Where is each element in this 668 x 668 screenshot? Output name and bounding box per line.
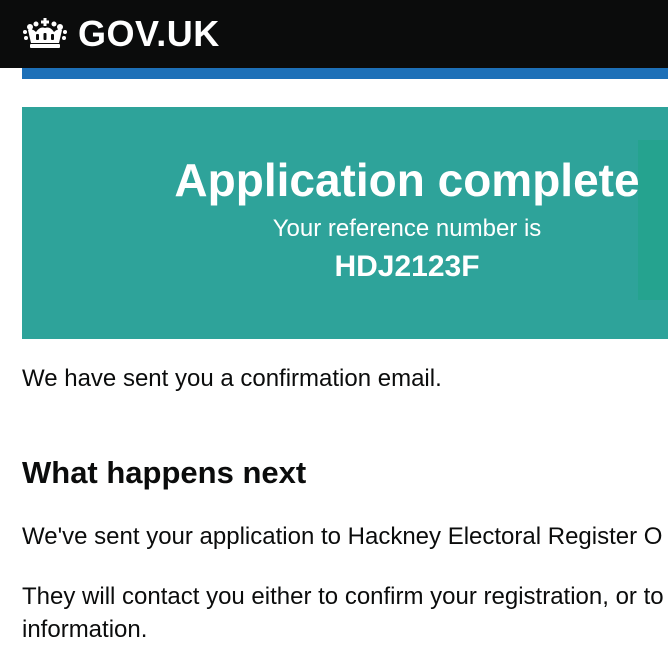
- reference-number: HDJ2123F: [334, 250, 480, 283]
- govuk-logo-link[interactable]: GOV.UK: [22, 12, 220, 56]
- header-blue-strip: [22, 68, 668, 79]
- confirmation-email-text: We have sent you a confirmation email.: [22, 365, 442, 392]
- contact-info-text: They will contact you either to confirm …: [22, 583, 664, 643]
- site-header: GOV.UK: [0, 0, 668, 68]
- what-happens-next-heading: What happens next: [22, 455, 307, 490]
- panel-subtitle: Your reference number is: [272, 215, 542, 242]
- panel-title: Application complete: [174, 154, 640, 206]
- crown-icon: [23, 18, 67, 48]
- sent-application-text: We've sent your application to Hackney E…: [22, 523, 663, 550]
- logo-text: GOV.UK: [78, 13, 220, 54]
